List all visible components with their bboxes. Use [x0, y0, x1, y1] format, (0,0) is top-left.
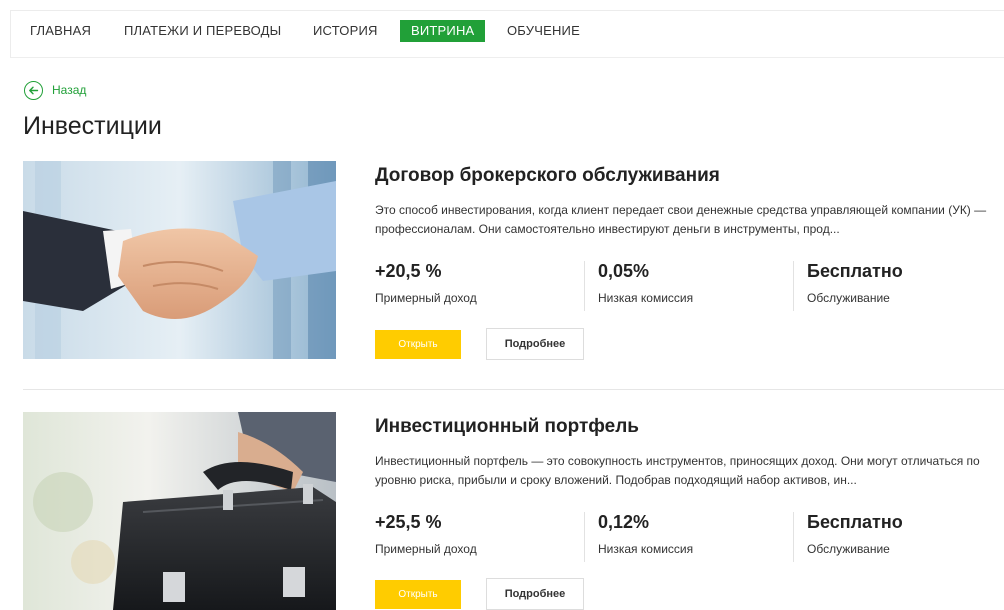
nav-item-learning[interactable]: ОБУЧЕНИЕ — [507, 20, 580, 42]
stat-service: Бесплатно Обслуживание — [793, 512, 1003, 562]
divider — [23, 389, 1004, 390]
stat-value: +25,5 % — [375, 512, 442, 532]
stat-value: +20,5 % — [375, 261, 442, 281]
nav-item-showcase[interactable]: ВИТРИНА — [400, 20, 486, 42]
stat-commission: 0,05% Низкая комиссия — [584, 261, 794, 311]
briefcase-photo — [23, 412, 336, 610]
nav-item-history[interactable]: ИСТОРИЯ — [313, 20, 378, 42]
open-button[interactable]: Открыть — [375, 330, 461, 359]
nav-item-payments[interactable]: ПЛАТЕЖИ И ПЕРЕВОДЫ — [124, 20, 281, 42]
back-link[interactable]: Назад — [24, 80, 86, 100]
stat-value: Бесплатно — [807, 261, 903, 281]
stat-commission: 0,12% Низкая комиссия — [584, 512, 794, 562]
stat-label: Обслуживание — [807, 291, 890, 305]
back-link-label: Назад — [52, 83, 87, 97]
product-description: Инвестиционный портфель — это совокупнос… — [375, 454, 980, 487]
stat-label: Низкая комиссия — [598, 291, 694, 305]
stat-service: Бесплатно Обслуживание — [793, 261, 1003, 311]
stat-label: Примерный доход — [375, 542, 477, 556]
nav-item-main[interactable]: ГЛАВНАЯ — [30, 20, 91, 42]
product-title: Договор брокерского обслуживания — [375, 165, 720, 186]
details-button[interactable]: Подробнее — [486, 578, 584, 610]
page-title: Инвестиции — [23, 112, 162, 140]
stat-income: +25,5 % Примерный доход — [375, 512, 477, 562]
product-card: Договор брокерского обслуживания Это спо… — [23, 161, 1004, 361]
stat-label: Низкая комиссия — [598, 542, 694, 556]
handshake-photo — [23, 161, 336, 359]
product-title: Инвестиционный портфель — [375, 416, 639, 437]
top-navigation: ГЛАВНАЯ ПЛАТЕЖИ И ПЕРЕВОДЫ ИСТОРИЯ ВИТРИ… — [10, 10, 1004, 58]
stat-income: +20,5 % Примерный доход — [375, 261, 477, 311]
stat-value: Бесплатно — [807, 512, 903, 532]
arrow-left-circle-icon — [24, 80, 43, 100]
product-description: Это способ инвестирования, когда клиент … — [375, 203, 987, 236]
stat-value: 0,12% — [598, 512, 650, 532]
open-button[interactable]: Открыть — [375, 580, 461, 609]
stat-value: 0,05% — [598, 261, 650, 281]
stat-label: Обслуживание — [807, 542, 890, 556]
product-card: Инвестиционный портфель Инвестиционный п… — [23, 412, 1004, 610]
stat-label: Примерный доход — [375, 291, 477, 305]
details-button[interactable]: Подробнее — [486, 328, 584, 360]
